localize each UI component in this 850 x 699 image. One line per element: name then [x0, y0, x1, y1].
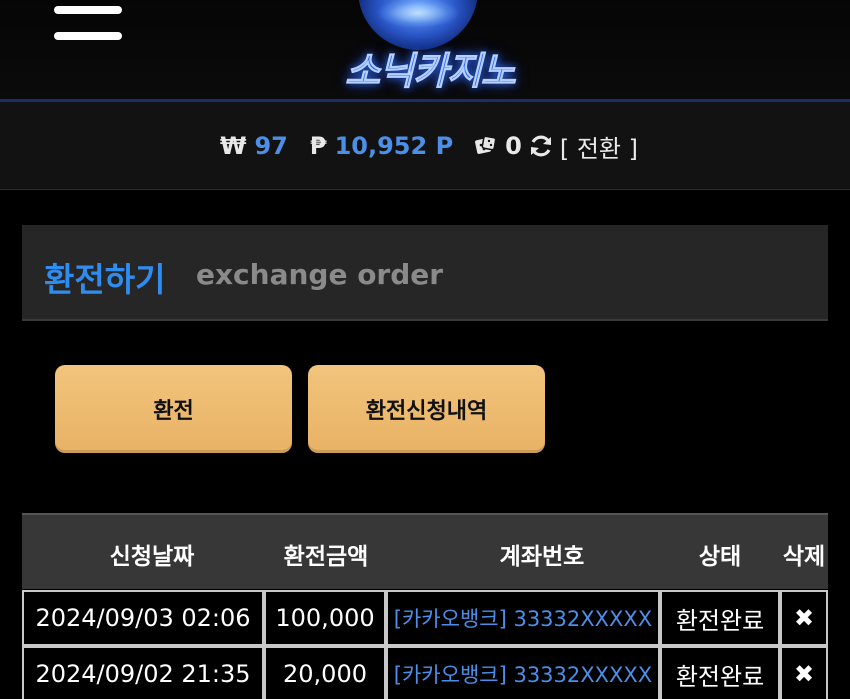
point-symbol: ₱ [309, 132, 327, 160]
cell-account: [카카오뱅크] 33332XXXXX [386, 646, 660, 699]
logo-text: 소닉카지노 [345, 49, 517, 94]
cell-date: 2024/09/03 02:06 [22, 590, 264, 646]
cell-amount: 100,000 [264, 590, 386, 646]
page-title: 환전하기 [44, 260, 166, 299]
dice-icon [475, 135, 497, 154]
page-subtitle: exchange order [196, 258, 444, 291]
delete-icon[interactable]: ✖ [780, 590, 828, 646]
balance-row: ₩ 97 ₱ 10,952 P 0 [ 전환 ] [220, 128, 638, 164]
cell-date: 2024/09/02 21:35 [22, 646, 264, 699]
refresh-icon[interactable] [528, 133, 554, 159]
header-account: 계좌번호 [499, 544, 585, 570]
header-date: 신청날짜 [109, 544, 195, 570]
exchange-history-button[interactable]: 환전신청내역 [308, 365, 545, 453]
won-balance: 97 [254, 132, 288, 160]
header-status: 상태 [698, 544, 742, 570]
header-amount: 환전금액 [283, 544, 369, 570]
table-row: 2024/09/02 21:35 20,000 [카카오뱅크] 33332XXX… [22, 646, 850, 699]
table-row: 2024/09/03 02:06 100,000 [카카오뱅크] 33332XX… [22, 590, 850, 646]
point-balance: 10,952 P [334, 132, 454, 160]
dice-count: 0 [505, 132, 522, 160]
delete-icon[interactable]: ✖ [780, 646, 828, 699]
cell-amount: 20,000 [264, 646, 386, 699]
site-logo[interactable]: 소닉카지노 [300, 0, 550, 98]
page-title-panel: 환전하기 exchange order [22, 225, 828, 321]
cell-account: [카카오뱅크] 33332XXXXX [386, 590, 660, 646]
exchange-button[interactable]: 환전 [55, 365, 292, 453]
site-header: 소닉카지노 [0, 0, 850, 102]
hamburger-menu-icon[interactable] [54, 6, 122, 42]
won-symbol: ₩ [220, 132, 247, 160]
table-header: 신청날짜 환전금액 계좌번호 상태 삭제 [22, 513, 828, 589]
cell-status: 환전완료 [660, 646, 780, 699]
cell-status: 환전완료 [660, 590, 780, 646]
header-delete: 삭제 [782, 544, 826, 570]
switch-button[interactable]: [ 전환 ] [560, 129, 638, 164]
